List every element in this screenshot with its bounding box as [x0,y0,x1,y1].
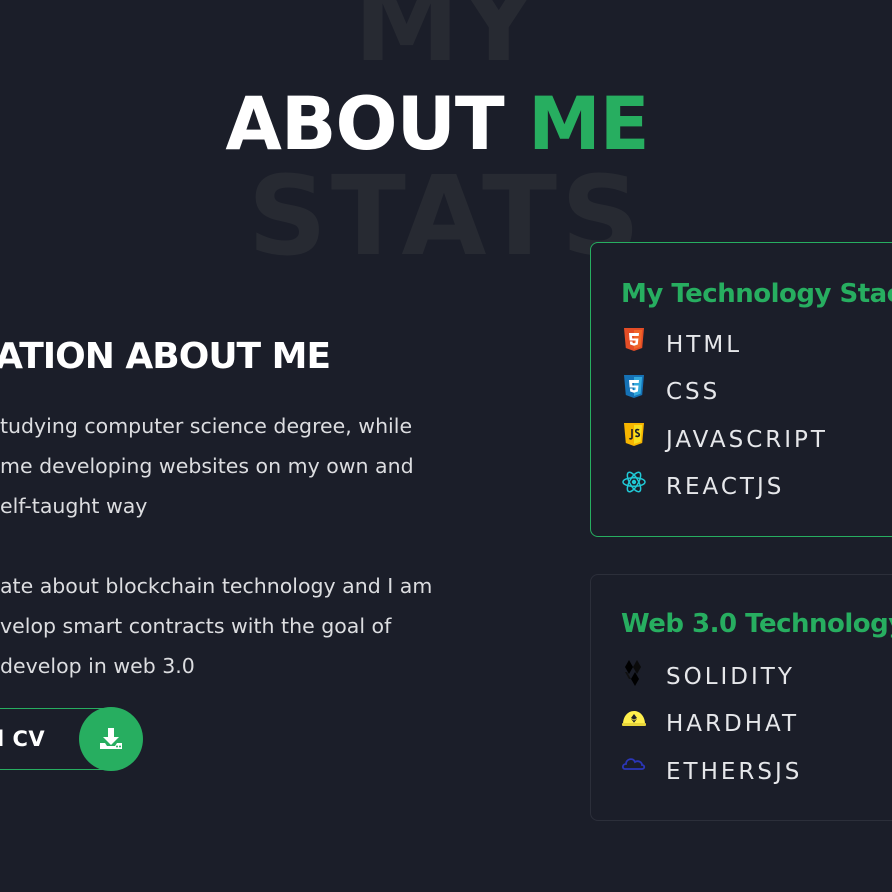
javascript-icon [621,422,647,452]
stack-item-label: REACTJS [666,474,785,500]
technology-stack-card: My Technology Stac HTML CSS JAVASCRIPT R… [590,242,892,537]
technology-stack-title: My Technology Stac [621,279,892,309]
bio-line: develop in web 3.0 [0,654,195,678]
title-accent: ME [528,82,650,167]
download-cv-button[interactable]: l CV [0,707,143,771]
bio-line: tudying computer science degree, while [0,414,413,438]
information-heading: NATION ABOUT ME [0,336,331,377]
css3-icon [621,374,647,404]
react-icon [621,469,647,499]
web3-item-ethersjs: ETHERSJS [621,754,803,785]
web3-item-label: HARDHAT [666,711,800,737]
stack-item-javascript: JAVASCRIPT [621,422,828,453]
web3-item-solidity: SOLIDITY [621,659,795,690]
download-icon[interactable] [79,707,143,771]
html5-icon [621,327,647,357]
web3-technology-card: Web 3.0 Technology SOLIDITY HARDHAT ETHE… [590,574,892,821]
download-cv-label: l CV [0,727,46,751]
stack-item-reactjs: REACTJS [621,469,785,500]
bio-line: elf-taught way [0,494,148,518]
web3-item-label: ETHERSJS [666,759,803,785]
section-title: ABOUT ME [0,82,874,167]
bio-paragraph-2: ate about blockchain technology and I am… [0,566,432,686]
background-word-my: MY [353,0,539,85]
bio-line: me developing websites on my own and [0,454,414,478]
bio-paragraph-1: tudying computer science degree, while m… [0,406,414,526]
about-section: MY STATS ABOUT ME NATION ABOUT ME tudyin… [0,0,892,892]
stack-item-label: CSS [666,379,721,405]
bio-line: ate about blockchain technology and I am [0,574,433,598]
ethers-icon [621,754,647,784]
stack-item-label: JAVASCRIPT [666,427,828,453]
title-main: ABOUT [225,82,529,167]
stack-item-label: HTML [666,332,743,358]
stack-item-css: CSS [621,374,721,405]
web3-item-label: SOLIDITY [666,664,795,690]
stack-item-html: HTML [621,327,743,358]
web3-technology-title: Web 3.0 Technology [621,609,892,639]
solidity-icon [621,659,647,689]
bio-line: velop smart contracts with the goal of [0,614,392,638]
hardhat-icon [621,706,647,736]
web3-item-hardhat: HARDHAT [621,706,800,737]
